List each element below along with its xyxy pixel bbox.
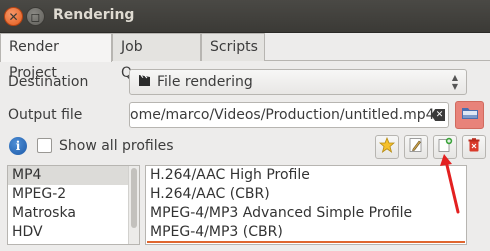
profile-list[interactable]: H.264/AAC High Profile H.264/AAC (CBR) M… xyxy=(145,165,467,245)
title-bar: ✕ ◻ Rendering xyxy=(0,0,490,33)
star-icon xyxy=(378,136,396,157)
clapperboard-icon xyxy=(138,74,151,91)
output-file-value: ome/marco/Videos/Production/untitled.mp4 xyxy=(130,107,435,123)
profile-item[interactable]: MPEG-4/MP3 Advanced Simple Profile xyxy=(146,204,466,223)
profile-item[interactable]: MPEG-4/MP3 (CBR) xyxy=(146,223,466,242)
profile-item[interactable]: H.264/AAC (CBR) xyxy=(146,185,466,204)
window-maximize-button[interactable]: ◻ xyxy=(26,7,45,26)
profile-item[interactable]: H.264/AAC High Profile xyxy=(146,166,466,185)
info-icon[interactable]: i xyxy=(9,137,27,155)
show-all-profiles-checkbox[interactable] xyxy=(37,138,52,153)
folder-icon xyxy=(461,105,479,125)
format-item-mpeg2[interactable]: MPEG-2 xyxy=(8,185,139,204)
tab-bar: Render Project Job Queue Scripts xyxy=(0,33,490,81)
show-all-profiles-label: Show all profiles xyxy=(59,138,174,154)
output-file-label: Output file xyxy=(8,107,83,123)
format-list[interactable]: MP4 MPEG-2 Matroska HDV xyxy=(7,165,140,245)
close-icon: ✕ xyxy=(8,9,19,24)
tab-render-project[interactable]: Render Project xyxy=(0,33,112,81)
output-file-input[interactable]: ome/marco/Videos/Production/untitled.mp4… xyxy=(129,102,449,128)
new-profile-button[interactable] xyxy=(433,135,457,159)
window-close-button[interactable]: ✕ xyxy=(4,7,23,26)
format-item-matroska[interactable]: Matroska xyxy=(8,204,139,223)
new-profile-icon xyxy=(437,137,453,157)
destination-value: File rendering xyxy=(157,74,253,90)
selection-highlight-line xyxy=(147,241,465,243)
tab-scripts[interactable]: Scripts xyxy=(201,33,265,61)
maximize-icon: ◻ xyxy=(30,9,41,24)
format-list-scrollbar[interactable] xyxy=(128,166,139,244)
destination-combobox[interactable]: File rendering ▲ ▼ xyxy=(129,69,467,95)
edit-profile-button[interactable] xyxy=(404,135,428,159)
delete-profile-button[interactable] xyxy=(462,135,486,159)
tab-job-queue[interactable]: Job Queue xyxy=(112,33,201,81)
scrollbar-thumb[interactable] xyxy=(131,168,137,228)
browse-folder-button[interactable] xyxy=(455,101,484,129)
updown-arrow-icon: ▲ ▼ xyxy=(451,73,458,91)
window-title: Rendering xyxy=(53,7,135,23)
format-item-mp4[interactable]: MP4 xyxy=(8,166,139,185)
delete-icon xyxy=(466,137,482,157)
format-item-hdv[interactable]: HDV xyxy=(8,223,139,242)
edit-icon xyxy=(408,137,424,157)
favorite-profile-button[interactable] xyxy=(375,135,399,159)
